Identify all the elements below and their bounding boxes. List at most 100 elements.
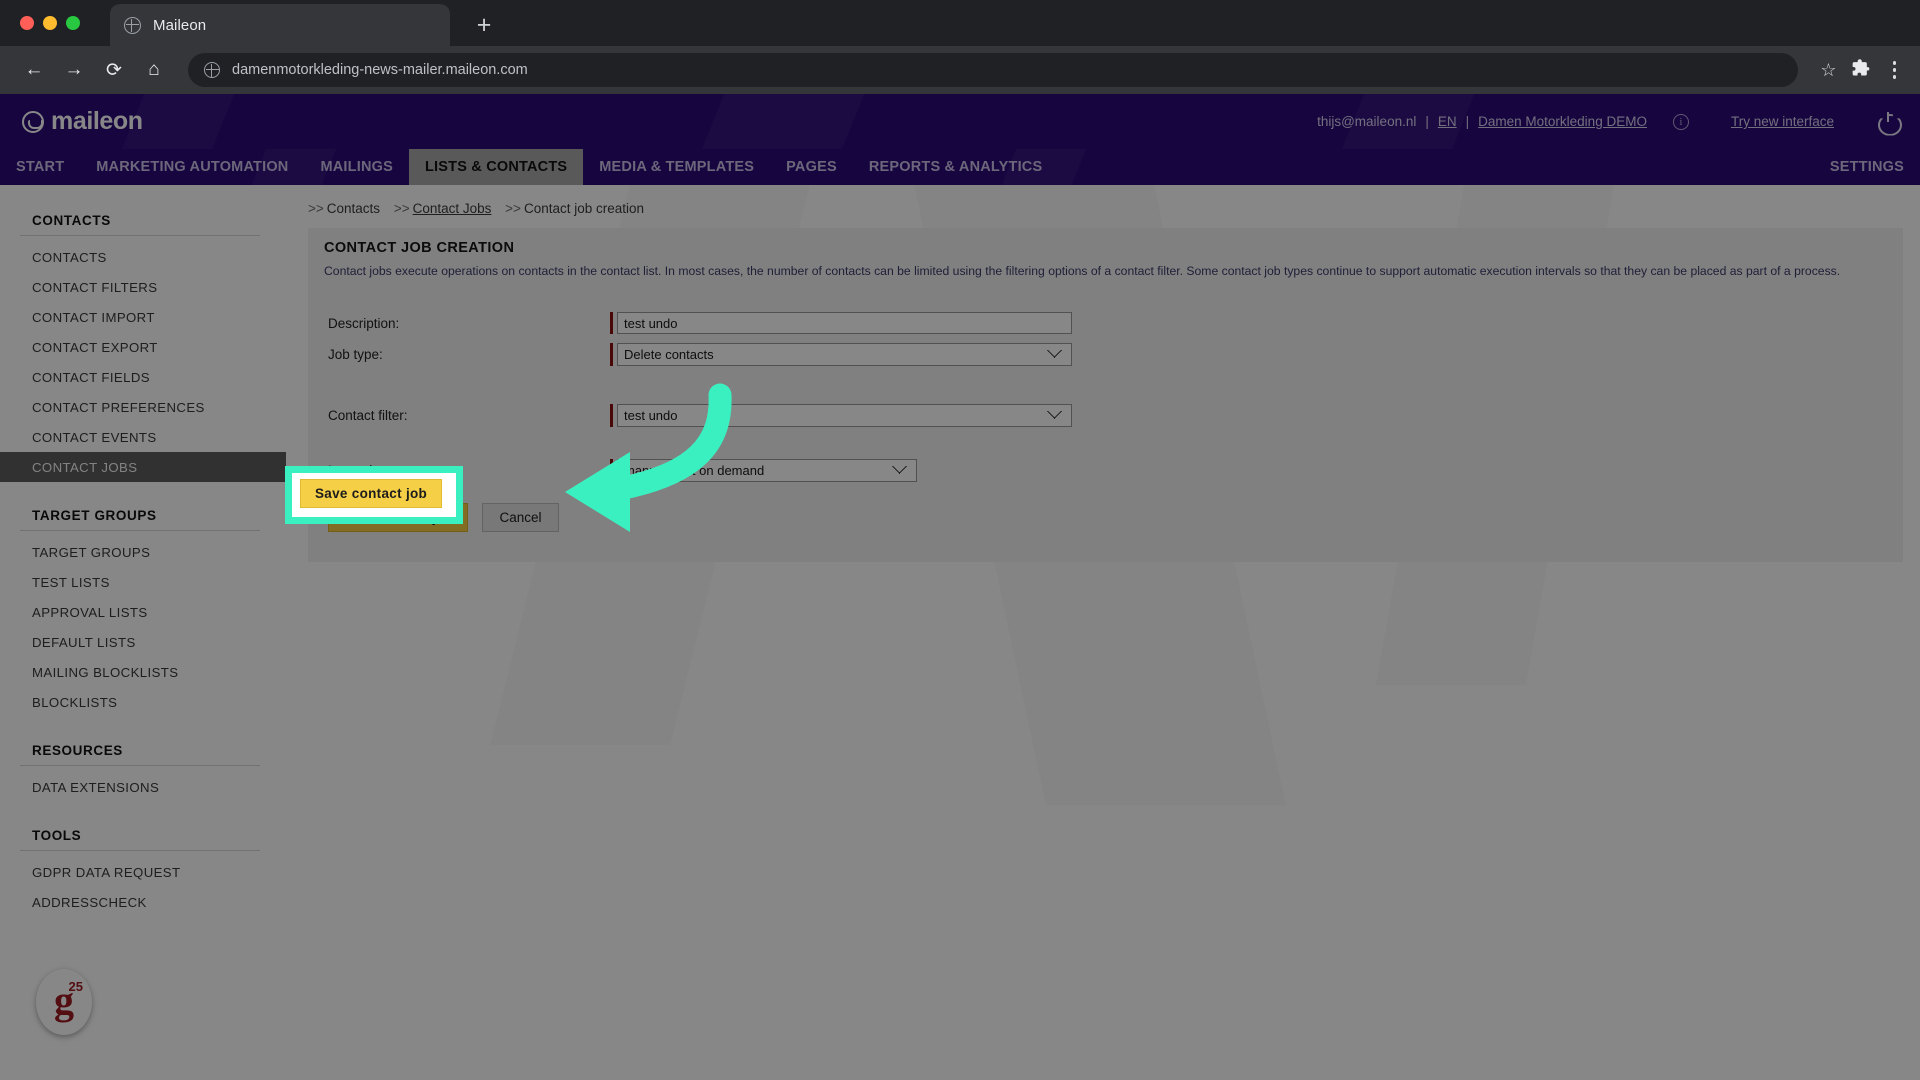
nav-item-start[interactable]: START	[0, 149, 80, 185]
header-account-bar: thijs@maileon.nl | EN | Damen Motorkledi…	[1317, 111, 1898, 132]
breadcrumb-chevron: >>	[393, 201, 410, 216]
sidebar-item-gdpr-data-request[interactable]: GDPR DATA REQUEST	[0, 857, 286, 887]
contact-filter-label: Contact filter:	[328, 407, 408, 423]
description-input[interactable]	[617, 312, 1072, 335]
interval-select[interactable]: manual start on demand	[617, 458, 917, 482]
page-title: CONTACT JOB CREATION	[324, 240, 515, 256]
try-new-interface-link[interactable]: Try new interface	[1731, 114, 1834, 129]
sidebar-item-contact-fields[interactable]: CONTACT FIELDS	[0, 362, 286, 392]
sidebar-item-test-lists[interactable]: TEST LISTS	[0, 567, 286, 597]
sidebar-item-blocklists[interactable]: BLOCKLISTS	[0, 687, 286, 717]
nav-item-mailings[interactable]: MAILINGS	[304, 149, 409, 185]
nav-item-marketing-automation[interactable]: MARKETING AUTOMATION	[80, 149, 304, 185]
required-marker	[610, 312, 613, 335]
sidebar-item-contact-events[interactable]: CONTACT EVENTS	[0, 422, 286, 452]
tab-title: Maileon	[153, 16, 207, 34]
bookmark-star-icon[interactable]: ☆	[1820, 60, 1836, 81]
separator: |	[1465, 114, 1470, 129]
sidebar-item-contact-filters[interactable]: CONTACT FILTERS	[0, 272, 286, 302]
breadcrumb-crumb-contact-jobs[interactable]: >> Contact Jobs	[394, 201, 492, 216]
breadcrumb-chevron: >>	[308, 201, 324, 216]
browser-tab[interactable]: Maileon	[110, 4, 450, 46]
tab-strip: Maileon +	[0, 0, 1920, 46]
nav-item-pages[interactable]: PAGES	[770, 149, 853, 185]
new-tab-button[interactable]: +	[470, 13, 498, 38]
language-switcher[interactable]: EN	[1438, 114, 1457, 129]
g25-seal-badge: g 25	[36, 969, 92, 1035]
nav-item-media-and-templates[interactable]: MEDIA & TEMPLATES	[583, 149, 770, 185]
form-row-job-type: Job type: Delete contacts	[324, 341, 1887, 367]
account-link[interactable]: Damen Motorkleding DEMO	[1478, 114, 1647, 129]
address-bar[interactable]: damenmotorkleding-news-mailer.maileon.co…	[188, 53, 1799, 87]
page-description: Contact jobs execute operations on conta…	[324, 264, 1841, 278]
home-button[interactable]: ⌂	[136, 52, 172, 88]
extensions-icon[interactable]	[1851, 58, 1871, 83]
contact-filter-select[interactable]: test undo	[617, 403, 1072, 427]
description-label: Description:	[328, 315, 400, 331]
globe-icon	[204, 62, 220, 78]
form-row-description: Description:	[324, 310, 1887, 336]
divider	[20, 850, 260, 851]
sidebar-item-contact-export[interactable]: CONTACT EXPORT	[0, 332, 286, 362]
form-row-contact-filter: Contact filter: test undo	[324, 402, 1887, 428]
browser-toolbar: ← → ⟳ ⌂ damenmotorkleding-news-mailer.ma…	[0, 46, 1920, 94]
interval-label: Interval:	[328, 462, 377, 478]
info-icon[interactable]: i	[1672, 113, 1689, 130]
sidebar-group-tools: TOOLS GDPR DATA REQUEST ADDRESSCHECK	[0, 816, 286, 917]
logout-power-icon[interactable]	[1878, 111, 1898, 132]
globe-icon	[124, 16, 141, 34]
sidebar-group-title: TOOLS	[32, 828, 82, 843]
breadcrumb-link[interactable]: Contact Jobs	[413, 201, 492, 216]
back-button[interactable]: ←	[16, 52, 52, 88]
nav-item-reports-and-analytics[interactable]: REPORTS & ANALYTICS	[853, 149, 1059, 185]
window-traffic-lights	[14, 0, 88, 46]
user-email: thijs@maileon.nl	[1317, 114, 1417, 129]
sidebar-item-approval-lists[interactable]: APPROVAL LISTS	[0, 597, 286, 627]
sidebar-item-contact-import[interactable]: CONTACT IMPORT	[0, 302, 286, 332]
breadcrumb-chevron: >>	[505, 201, 521, 216]
maileon-logo-text: maileon	[51, 107, 143, 135]
breadcrumb-crumb-contacts[interactable]: >> Contacts	[308, 201, 380, 216]
sidebar-item-mailing-blocklists[interactable]: MAILING BLOCKLISTS	[0, 657, 286, 687]
maximize-window-button[interactable]	[66, 16, 80, 30]
address-bar-url: damenmotorkleding-news-mailer.maileon.co…	[232, 62, 528, 78]
minimize-window-button[interactable]	[43, 16, 57, 30]
sidebar-item-contact-jobs[interactable]: CONTACT JOBS	[0, 452, 286, 482]
browser-window: Maileon + ← → ⟳ ⌂ damenmotorkleding-news…	[0, 0, 1920, 1080]
divider	[20, 765, 260, 766]
sidebar-item-data-extensions[interactable]: DATA EXTENSIONS	[0, 772, 286, 802]
sidebar-group-target-groups: TARGET GROUPS TARGET GROUPS TEST LISTS A…	[0, 496, 286, 717]
required-marker	[610, 342, 613, 366]
save-contact-job-button[interactable]: Save contact job	[328, 503, 469, 533]
sidebar-item-target-groups[interactable]: TARGET GROUPS	[0, 537, 286, 567]
divider	[20, 235, 260, 236]
toolbar-actions: ☆	[1814, 57, 1904, 83]
sidebar-group-title: TARGET GROUPS	[32, 508, 157, 523]
maileon-logo-icon	[22, 110, 44, 133]
forward-button[interactable]: →	[56, 52, 92, 88]
breadcrumb-label: Contacts	[326, 201, 381, 216]
reload-button[interactable]: ⟳	[96, 52, 132, 88]
sidebar-group-title: RESOURCES	[32, 743, 123, 758]
contact-job-form: Description: Job type: Delet	[324, 310, 1887, 533]
form-actions: Save contact job Cancel	[324, 503, 1887, 533]
browser-menu-button[interactable]	[1885, 57, 1905, 83]
sidebar-item-contact-preferences[interactable]: CONTACT PREFERENCES	[0, 392, 286, 422]
breadcrumb: >> Contacts >> Contact Jobs >> Contact job …	[308, 201, 1920, 216]
content-panel: CONTACT JOB CREATION Contact jobs execut…	[308, 228, 1903, 563]
web-page: maileon thijs@maileon.nl | EN | Damen Mo…	[0, 94, 1920, 1080]
main-navigation: START MARKETING AUTOMATION MAILINGS LIST…	[0, 149, 1920, 185]
close-window-button[interactable]	[20, 16, 34, 30]
nav-item-settings[interactable]: SETTINGS	[1814, 149, 1920, 185]
sidebar-item-addresscheck[interactable]: ADDRESSCHECK	[0, 887, 286, 917]
app-header: maileon thijs@maileon.nl | EN | Damen Mo…	[0, 94, 1920, 149]
cancel-button[interactable]: Cancel	[482, 503, 559, 533]
breadcrumb-crumb-current: >> Contact job creation	[505, 201, 644, 216]
job-type-select[interactable]: Delete contacts	[617, 342, 1072, 366]
maileon-logo[interactable]: maileon	[22, 107, 143, 136]
sidebar-item-contacts[interactable]: CONTACTS	[0, 242, 286, 272]
required-marker	[610, 458, 613, 482]
sidebar-item-default-lists[interactable]: DEFAULT LISTS	[0, 627, 286, 657]
nav-item-lists-and-contacts[interactable]: LISTS & CONTACTS	[408, 149, 584, 185]
required-marker	[610, 403, 613, 427]
